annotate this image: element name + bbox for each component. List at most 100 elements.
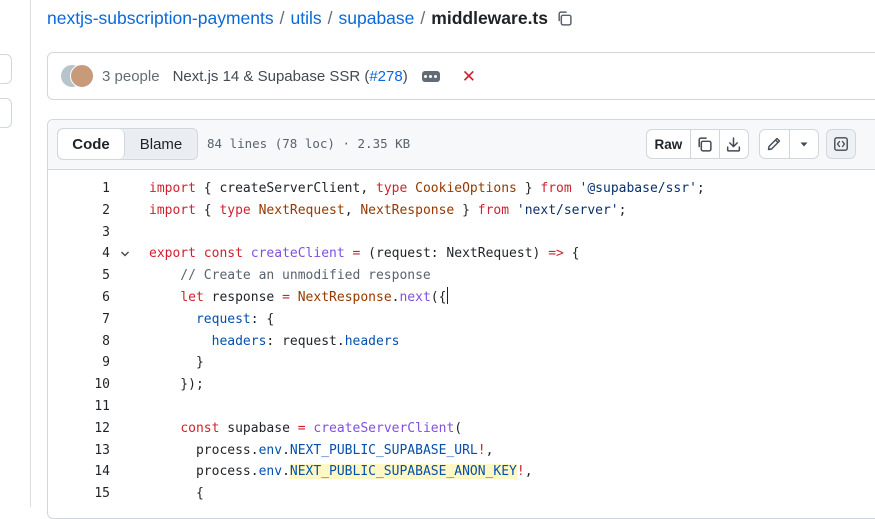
- line-number[interactable]: 7: [68, 309, 110, 331]
- code-line[interactable]: 10 });: [48, 374, 875, 396]
- code-line[interactable]: 8 headers: request.headers: [48, 331, 875, 353]
- tab-blame[interactable]: Blame: [125, 129, 197, 159]
- line-number[interactable]: 5: [68, 265, 110, 287]
- check-failed-icon[interactable]: ✕: [462, 68, 476, 85]
- expand-commit-ellipsis-icon[interactable]: [421, 70, 440, 82]
- code-token: .: [282, 442, 290, 458]
- line-number[interactable]: 9: [68, 352, 110, 374]
- code-text: // Create an unmodified response: [149, 265, 430, 287]
- code-token: from: [540, 181, 572, 196]
- line-number[interactable]: 2: [68, 200, 110, 222]
- line-number[interactable]: 8: [68, 331, 110, 353]
- contributor-avatars[interactable]: [60, 64, 96, 88]
- copy-icon[interactable]: [691, 130, 720, 158]
- copy-path-icon[interactable]: [556, 10, 573, 27]
- code-token: =>: [548, 246, 564, 262]
- line-number[interactable]: 14: [68, 461, 110, 483]
- code-token: ,: [485, 442, 494, 458]
- line-number[interactable]: 1: [68, 178, 110, 200]
- code-token: NextRequest: [258, 202, 345, 218]
- code-token: request: [195, 311, 251, 327]
- code-line[interactable]: 2 import { type NextRequest, NextResponse…: [48, 200, 875, 222]
- line-number[interactable]: 12: [68, 418, 110, 440]
- download-icon[interactable]: [720, 130, 748, 158]
- code-token: .: [282, 464, 290, 480]
- code-line[interactable]: 3: [48, 222, 875, 244]
- code-line[interactable]: 12 const supabase = createServerClient(: [48, 418, 875, 440]
- code-token: }: [454, 202, 478, 218]
- code-token: type: [219, 202, 251, 218]
- commit-message-end: ): [402, 67, 408, 85]
- code-token: response: [203, 290, 283, 305]
- breadcrumb-utils-link[interactable]: utils: [291, 8, 322, 29]
- contributors-count[interactable]: 3 people: [102, 68, 160, 85]
- breadcrumb-repo-link[interactable]: nextjs-subscription-payments: [47, 8, 274, 29]
- code-square-icon[interactable]: [826, 129, 856, 159]
- line-number[interactable]: 13: [68, 440, 110, 462]
- code-token: const: [180, 420, 220, 436]
- code-token: {: [195, 202, 220, 218]
- code-line[interactable]: 13 process.env.NEXT_PUBLIC_SUPABASE_URL!…: [48, 440, 875, 462]
- code-line[interactable]: 14 process.env.NEXT_PUBLIC_SUPABASE_ANON…: [48, 461, 875, 483]
- code-text: request: {: [149, 309, 274, 331]
- code-text: process.env.NEXT_PUBLIC_SUPABASE_URL!,: [149, 440, 493, 462]
- rail-divider: [30, 0, 31, 507]
- code-token: ;: [618, 202, 627, 218]
- code-token: let: [180, 290, 204, 305]
- code-line[interactable]: 5 // Create an unmodified response: [48, 265, 875, 287]
- triangle-down-icon[interactable]: [790, 130, 818, 158]
- tab-code[interactable]: Code: [58, 129, 125, 159]
- code-token: type: [376, 181, 408, 196]
- code-line[interactable]: 4 export const createClient = (request: N…: [48, 243, 875, 265]
- code-token: ({: [430, 290, 447, 305]
- commit-message[interactable]: Next.js 14 & Supabase SSR (#278): [173, 68, 408, 85]
- code-line[interactable]: 7 request: {: [48, 309, 875, 331]
- code-token: const: [203, 246, 243, 262]
- breadcrumb-supabase-link[interactable]: supabase: [339, 8, 415, 29]
- code-token: from: [477, 202, 510, 218]
- code-token: =: [282, 290, 290, 305]
- rail-button-bottom[interactable]: [0, 98, 12, 128]
- rail-button-top[interactable]: [0, 54, 12, 84]
- line-number[interactable]: 6: [68, 287, 110, 309]
- code-token: process.: [149, 442, 259, 458]
- fold-chevron-down-icon[interactable]: [120, 249, 130, 259]
- line-number[interactable]: 10: [68, 374, 110, 396]
- code-token: ,: [344, 202, 361, 218]
- line-number[interactable]: 15: [68, 483, 110, 505]
- code-line[interactable]: 11: [48, 396, 875, 418]
- code-text: headers: request.headers: [149, 331, 400, 353]
- code-token: next: [399, 290, 431, 305]
- code-line[interactable]: 6 let response = NextResponse.next({: [48, 287, 875, 309]
- file-meta: 84 lines (78 loc) · 2.35 KB: [207, 136, 411, 151]
- line-number[interactable]: 4: [68, 243, 110, 265]
- code-token: ,: [524, 464, 533, 480]
- avatar: [70, 64, 94, 88]
- raw-button[interactable]: Raw: [647, 130, 691, 158]
- pencil-icon[interactable]: [760, 130, 790, 158]
- code-view[interactable]: 1 import { createServerClient, type Cooki…: [48, 170, 875, 510]
- breadcrumb: nextjs-subscription-payments / utils / s…: [47, 6, 573, 30]
- code-token: {: [563, 246, 580, 262]
- commit-message-text: Next.js 14 & Supabase SSR (: [172, 67, 370, 85]
- line-number[interactable]: 3: [68, 222, 110, 244]
- pr-link[interactable]: #278: [369, 68, 402, 85]
- latest-commit-bar: 3 people Next.js 14 & Supabase SSR (#278…: [47, 52, 875, 100]
- code-line[interactable]: 1 import { createServerClient, type Cooki…: [48, 178, 875, 200]
- code-token: : {: [250, 311, 275, 327]
- code-token: !: [516, 464, 525, 480]
- code-token: {: [195, 181, 220, 196]
- code-line[interactable]: 9 }: [48, 352, 875, 374]
- code-text: import { type NextRequest, NextResponse …: [149, 200, 626, 222]
- code-token: headers: [344, 333, 400, 349]
- code-token: NEXT_PUBLIC_SUPABASE_URL: [289, 442, 478, 458]
- line-number[interactable]: 11: [68, 396, 110, 418]
- code-line[interactable]: 15 {: [48, 483, 875, 505]
